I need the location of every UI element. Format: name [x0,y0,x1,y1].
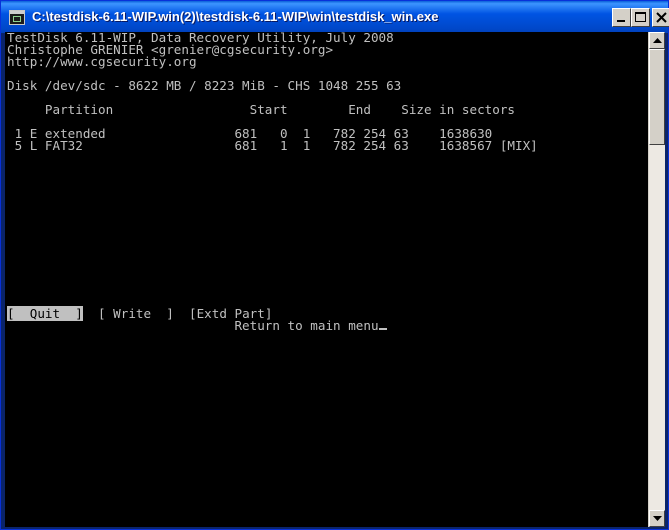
title-bar[interactable]: C:\testdisk-6.11-WIP.win(2)\testdisk-6.1… [1,1,669,33]
close-icon [656,12,667,23]
menu-hint-text: Return to main menu [234,318,379,333]
header-line-3: http://www.cgsecurity.org [7,54,197,69]
disk-info: Disk /dev/sdc - 8622 MB / 8223 MiB - CHS… [7,78,402,93]
scroll-up-button[interactable] [649,32,665,49]
minimize-button[interactable] [612,8,631,27]
scroll-down-button[interactable] [649,510,665,527]
vertical-scrollbar[interactable] [648,32,665,527]
scroll-up-arrow-icon [653,38,662,43]
text-cursor [378,328,387,330]
minimize-icon [617,20,625,22]
console-output[interactable]: TestDisk 6.11-WIP, Data Recovery Utility… [5,32,648,527]
scroll-down-arrow-icon [653,516,662,521]
menu-hint: Return to main menu [7,318,387,333]
partition-row: 5 L FAT32 681 1 1 782 254 63 1638567 [MI… [7,138,538,153]
app-console-icon[interactable] [9,10,25,25]
maximize-icon [635,12,646,22]
console-window: C:\testdisk-6.11-WIP.win(2)\testdisk-6.1… [0,0,669,530]
partition-table-header: Partition Start End Size in sectors [7,102,515,117]
close-button[interactable] [652,8,669,27]
scrollbar-thumb[interactable] [649,49,665,145]
window-title: C:\testdisk-6.11-WIP.win(2)\testdisk-6.1… [32,9,439,24]
maximize-button[interactable] [631,8,650,27]
